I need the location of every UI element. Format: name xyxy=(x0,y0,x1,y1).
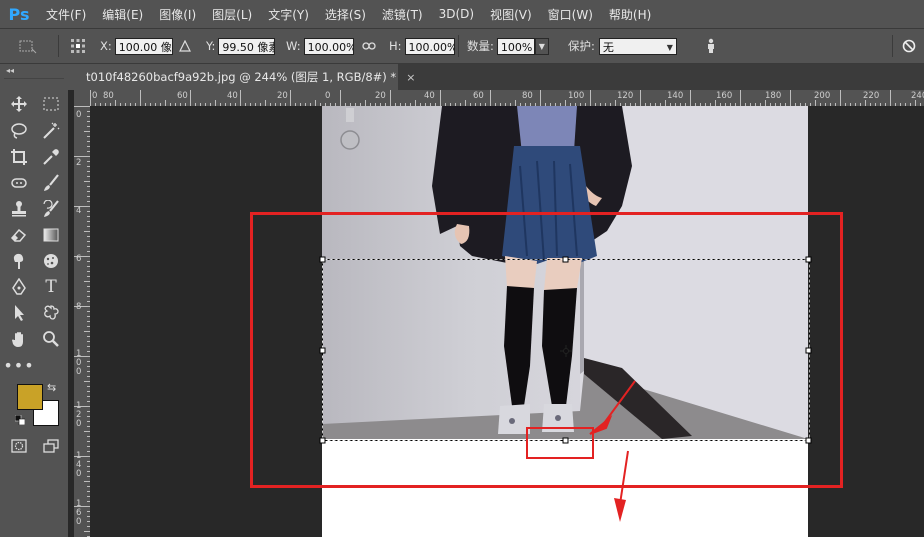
ruler-label: 100 xyxy=(568,91,585,101)
quantity-field[interactable]: 100% xyxy=(496,37,535,55)
ruler-label: 60 xyxy=(177,91,188,101)
ruler-label: 200 xyxy=(814,91,831,101)
zoom-tool-icon[interactable] xyxy=(38,327,64,351)
stamp-tool-icon[interactable] xyxy=(6,197,32,221)
ruler-label: 2 xyxy=(76,158,82,168)
person-icon[interactable] xyxy=(705,37,717,55)
vertical-ruler[interactable]: 0 2 4 6 8 1 0 0 1 2 0 1 4 0 1 6 0 xyxy=(74,106,90,537)
quick-mask-icon[interactable] xyxy=(6,434,32,458)
x-field[interactable]: 100.00 像素 xyxy=(114,37,173,55)
ruler-label: 20 xyxy=(375,91,386,101)
eraser-tool-icon[interactable] xyxy=(6,223,32,247)
menu-view[interactable]: 视图(V) xyxy=(482,6,540,23)
path-selection-tool-icon[interactable] xyxy=(6,301,32,325)
move-tool-icon[interactable] xyxy=(6,92,32,116)
marquee-tool-icon[interactable] xyxy=(38,92,64,116)
menu-3d[interactable]: 3D(D) xyxy=(431,7,482,21)
h-field[interactable]: 100.00% xyxy=(404,37,455,55)
protect-label: 保护: xyxy=(568,39,595,53)
type-tool-icon[interactable]: T xyxy=(38,275,64,299)
document-tab[interactable]: t010f48260bacf9a92b.jpg @ 244% (图层 1, RG… xyxy=(68,64,415,90)
ruler-label: 4 xyxy=(76,206,82,216)
more-tools-icon[interactable]: ••• xyxy=(3,353,33,377)
tool-preset-icon[interactable] xyxy=(18,37,38,55)
w-field[interactable]: 100.00% xyxy=(303,37,354,55)
h-label: H: xyxy=(389,39,402,53)
menu-type[interactable]: 文字(Y) xyxy=(260,6,317,23)
ruler-label: 160 xyxy=(716,91,733,101)
ruler-label: 20 xyxy=(277,91,288,101)
horizontal-ruler[interactable]: 0 80 60 40 20 0 20 40 60 80 100 120 140 … xyxy=(90,90,924,106)
ruler-label: 140 xyxy=(667,91,684,101)
eyedropper-tool-icon[interactable] xyxy=(38,145,64,169)
sponge-tool-icon[interactable] xyxy=(38,249,64,273)
protect-select[interactable]: 无 ▼ xyxy=(598,37,677,55)
y-label: Y: xyxy=(206,39,216,53)
ruler-label: 80 xyxy=(103,91,114,101)
menu-filter[interactable]: 滤镜(T) xyxy=(374,6,431,23)
chevron-down-icon: ▼ xyxy=(666,42,673,52)
delta-icon[interactable] xyxy=(179,37,191,55)
ruler-label: 1 6 0 xyxy=(76,499,82,527)
tool-panel: ◂◂ T ••• ⇆ xyxy=(0,64,68,537)
menu-file[interactable]: 文件(F) xyxy=(38,6,94,23)
ruler-label: 0 xyxy=(325,91,331,101)
ruler-label: 80 xyxy=(522,91,533,101)
ruler-label: 220 xyxy=(863,91,880,101)
ruler-label: 1 2 0 xyxy=(76,401,82,429)
default-colors-icon[interactable] xyxy=(14,414,26,426)
canvas-area[interactable] xyxy=(90,106,924,537)
brush-tool-icon[interactable] xyxy=(38,171,64,195)
link-icon[interactable] xyxy=(362,37,376,55)
ruler-label: 60 xyxy=(473,91,484,101)
ruler-label: 120 xyxy=(617,91,634,101)
close-tab-icon[interactable]: × xyxy=(406,71,415,84)
ruler-label: 0 xyxy=(92,91,98,101)
ruler-label: 1 0 0 xyxy=(76,349,82,377)
smudge-tool-icon[interactable] xyxy=(6,249,32,273)
y-field[interactable]: 99.50 像素 xyxy=(218,37,276,55)
screen-mode-icon[interactable] xyxy=(38,434,64,458)
options-bar: X: 100.00 像素 Y: 99.50 像素 W: 100.00% H: 1… xyxy=(0,28,924,64)
lasso-tool-icon[interactable] xyxy=(6,119,32,143)
w-label: W: xyxy=(286,39,301,53)
pen-tool-icon[interactable] xyxy=(6,275,32,299)
transform-bounding-box[interactable] xyxy=(90,106,924,537)
quantity-label: 数量: xyxy=(467,39,494,53)
photoshop-logo: Ps xyxy=(8,4,30,24)
document-title: t010f48260bacf9a92b.jpg @ 244% (图层 1, RG… xyxy=(86,70,397,84)
cancel-transform-icon[interactable] xyxy=(902,37,916,55)
ruler-label: 180 xyxy=(765,91,782,101)
crop-tool-icon[interactable] xyxy=(6,145,32,169)
x-label: X: xyxy=(100,39,112,53)
protect-value: 无 xyxy=(602,40,614,54)
ruler-label: 8 xyxy=(76,302,82,312)
foreground-color-swatch[interactable] xyxy=(17,384,43,410)
document-tab-bar: t010f48260bacf9a92b.jpg @ 244% (图层 1, RG… xyxy=(68,64,924,90)
magic-wand-tool-icon[interactable] xyxy=(38,119,64,143)
ruler-origin[interactable] xyxy=(74,90,90,106)
ruler-label: 0 xyxy=(76,110,82,120)
history-brush-tool-icon[interactable] xyxy=(38,197,64,221)
menu-layer[interactable]: 图层(L) xyxy=(204,6,260,23)
menu-window[interactable]: 窗口(W) xyxy=(540,6,601,23)
chevron-down-icon[interactable]: ▼ xyxy=(534,37,549,55)
healing-brush-tool-icon[interactable] xyxy=(6,171,32,195)
menu-bar: Ps 文件(F) 编辑(E) 图像(I) 图层(L) 文字(Y) 选择(S) 滤… xyxy=(0,0,924,28)
ruler-label: 6 xyxy=(76,254,82,264)
ruler-label: 240 xyxy=(911,91,924,101)
menu-image[interactable]: 图像(I) xyxy=(151,6,204,23)
hand-tool-icon[interactable] xyxy=(6,327,32,351)
gradient-tool-icon[interactable] xyxy=(38,223,64,247)
ruler-label: 40 xyxy=(227,91,238,101)
ruler-label: 40 xyxy=(424,91,435,101)
menu-select[interactable]: 选择(S) xyxy=(317,6,374,23)
swap-colors-icon[interactable]: ⇆ xyxy=(47,381,56,394)
menu-edit[interactable]: 编辑(E) xyxy=(94,6,151,23)
ruler-label: 1 4 0 xyxy=(76,451,82,479)
menu-help[interactable]: 帮助(H) xyxy=(601,6,659,23)
collapse-panel-icon[interactable]: ◂◂ xyxy=(6,66,14,75)
reference-point-icon[interactable] xyxy=(70,37,86,55)
custom-shape-tool-icon[interactable] xyxy=(38,301,64,325)
